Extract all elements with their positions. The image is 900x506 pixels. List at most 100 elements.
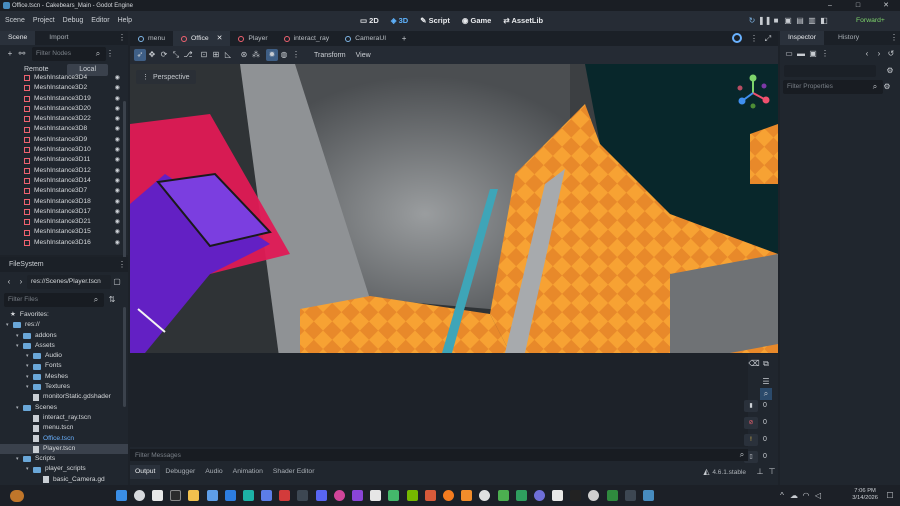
- scene-node[interactable]: MeshInstance3D7 ◉: [0, 186, 128, 196]
- chevron-down-icon[interactable]: ▾: [6, 320, 13, 330]
- network-icon[interactable]: ◠: [800, 490, 812, 502]
- vlc-icon[interactable]: [461, 490, 473, 501]
- tab-history[interactable]: History: [830, 31, 867, 45]
- menu-help[interactable]: Help: [114, 11, 136, 31]
- scene-node[interactable]: MeshInstance3D10 ◉: [0, 145, 128, 155]
- local-space-icon[interactable]: ⊛: [238, 49, 250, 61]
- menu-dots-icon[interactable]: ⋮: [748, 33, 760, 45]
- visibility-icon[interactable]: ◉: [115, 227, 120, 237]
- clear-icon[interactable]: ⌫: [748, 358, 760, 370]
- environment-preview-icon[interactable]: ◍: [278, 49, 290, 61]
- counter-log[interactable]: ▮ 0: [744, 397, 772, 414]
- nvidia-icon[interactable]: [406, 490, 418, 501]
- app9-icon[interactable]: [533, 490, 545, 501]
- expand-icon[interactable]: ⊤: [766, 466, 778, 478]
- maximize-icon[interactable]: □: [844, 0, 872, 11]
- counter-warnings[interactable]: ! 0: [744, 431, 772, 448]
- add-node-icon[interactable]: +: [4, 48, 16, 60]
- chevron-down-icon[interactable]: ▾: [16, 341, 23, 351]
- scene-node[interactable]: MeshInstance3D8 ◉: [0, 124, 128, 134]
- scene-node[interactable]: MeshInstance3D20 ◉: [0, 104, 128, 114]
- lock-icon[interactable]: ⊡: [198, 49, 210, 61]
- forward-icon[interactable]: ›: [873, 48, 885, 60]
- menu-project[interactable]: Project: [29, 11, 59, 31]
- folder-item[interactable]: ▾ player_scripts: [0, 464, 128, 474]
- search-icon[interactable]: [133, 490, 145, 501]
- edge-icon[interactable]: [224, 490, 236, 501]
- menu-editor[interactable]: Editor: [87, 11, 113, 31]
- history-icon[interactable]: ↺: [885, 48, 897, 60]
- app2-icon[interactable]: [333, 490, 345, 501]
- distraction-free-icon[interactable]: ⤢: [762, 33, 774, 45]
- link-icon[interactable]: ⚯: [16, 48, 28, 60]
- app10-icon[interactable]: [552, 490, 564, 501]
- task-view-icon[interactable]: [151, 490, 163, 501]
- file-item[interactable]: Player.tscn: [0, 443, 128, 455]
- view-menu[interactable]: View: [356, 52, 371, 59]
- movie-icon[interactable]: ◧: [818, 15, 830, 27]
- workspace-3d[interactable]: ◈ 3D: [385, 11, 414, 31]
- chevron-down-icon[interactable]: ▾: [16, 403, 23, 413]
- menu-debug[interactable]: Debug: [59, 11, 88, 31]
- chevron-down-icon[interactable]: ▾: [26, 361, 33, 371]
- menu-dots-icon[interactable]: ⋮: [116, 259, 128, 271]
- filter-messages-input[interactable]: Filter Messages ⌕: [130, 449, 748, 461]
- settings-icon[interactable]: [588, 490, 600, 501]
- chevron-down-icon[interactable]: ▾: [26, 372, 33, 382]
- chevron-down-icon[interactable]: ▾: [16, 454, 23, 464]
- scene-node[interactable]: MeshInstance3D18 ◉: [0, 197, 128, 207]
- filter-files-input[interactable]: Filter Files: [4, 293, 104, 307]
- menu-dots-icon[interactable]: ⋮: [290, 49, 302, 61]
- view-gizmo[interactable]: [734, 74, 772, 112]
- forward-icon[interactable]: ›: [15, 276, 27, 288]
- tab-import[interactable]: Import: [41, 31, 76, 45]
- folder-item[interactable]: ▾ Fonts: [0, 361, 128, 371]
- file-item[interactable]: interact_ray.tscn: [0, 413, 128, 423]
- scene-tab[interactable]: Player: [230, 31, 275, 46]
- copy-icon[interactable]: ⧉: [760, 358, 772, 370]
- app6-icon[interactable]: [479, 490, 491, 501]
- visibility-icon[interactable]: ◉: [115, 114, 120, 124]
- rotate-tool-icon[interactable]: ⟳: [158, 49, 170, 61]
- scene-node[interactable]: MeshInstance3D11 ◉: [0, 155, 128, 165]
- new-resource-icon[interactable]: ▭: [783, 48, 795, 60]
- app11-icon[interactable]: [570, 490, 582, 501]
- run-project-icon[interactable]: ▣: [782, 15, 794, 27]
- counter-errors[interactable]: ⊘ 0: [744, 414, 772, 431]
- back-icon[interactable]: ‹: [861, 48, 873, 60]
- close-icon[interactable]: ✕: [872, 0, 900, 11]
- stop-icon[interactable]: ■: [770, 15, 782, 27]
- volume-icon[interactable]: ◁: [812, 490, 824, 502]
- scene-tab[interactable]: Office ✕: [173, 31, 231, 46]
- folder-item[interactable]: ▾ Scripts: [0, 454, 128, 464]
- add-tab-icon[interactable]: +: [398, 33, 410, 45]
- visibility-icon[interactable]: ◉: [115, 238, 120, 247]
- store-icon[interactable]: [242, 490, 254, 501]
- visibility-icon[interactable]: ◉: [115, 135, 120, 145]
- move-tool-icon[interactable]: ✥: [146, 49, 158, 61]
- visibility-icon[interactable]: ◉: [115, 155, 120, 165]
- renderer-select[interactable]: Forward+: [856, 11, 885, 31]
- folder-item[interactable]: ▾ Audio: [0, 351, 128, 361]
- visibility-icon[interactable]: ◉: [115, 186, 120, 196]
- minimize-icon[interactable]: –: [816, 0, 844, 11]
- file-item[interactable]: monitorStatic.gdshader: [0, 392, 128, 402]
- group-icon[interactable]: ⊞: [210, 49, 222, 61]
- file-item[interactable]: basic_Camera.gd: [0, 475, 128, 485]
- path-field[interactable]: res://Scenes/Player.tscn: [27, 275, 111, 289]
- chevron-up-icon[interactable]: ^: [776, 490, 788, 502]
- tab-audio[interactable]: Audio: [200, 465, 227, 479]
- weather-icon[interactable]: [10, 489, 24, 502]
- visibility-icon[interactable]: ◉: [115, 94, 120, 104]
- visibility-icon[interactable]: ◉: [115, 124, 120, 134]
- snap-icon[interactable]: ⁂: [250, 49, 262, 61]
- scene-node[interactable]: MeshInstance3D2 ◉: [0, 83, 128, 93]
- scene-tree-scrollbar[interactable]: [123, 101, 126, 261]
- notification-icon[interactable]: ☐: [884, 490, 896, 502]
- menu-scene[interactable]: Scene: [1, 11, 29, 31]
- excel-icon[interactable]: [606, 490, 618, 501]
- visibility-icon[interactable]: ◉: [115, 104, 120, 114]
- open-resource-icon[interactable]: ▬: [795, 48, 807, 60]
- photos-icon[interactable]: [206, 490, 218, 501]
- restart-icon[interactable]: ↻: [746, 15, 758, 27]
